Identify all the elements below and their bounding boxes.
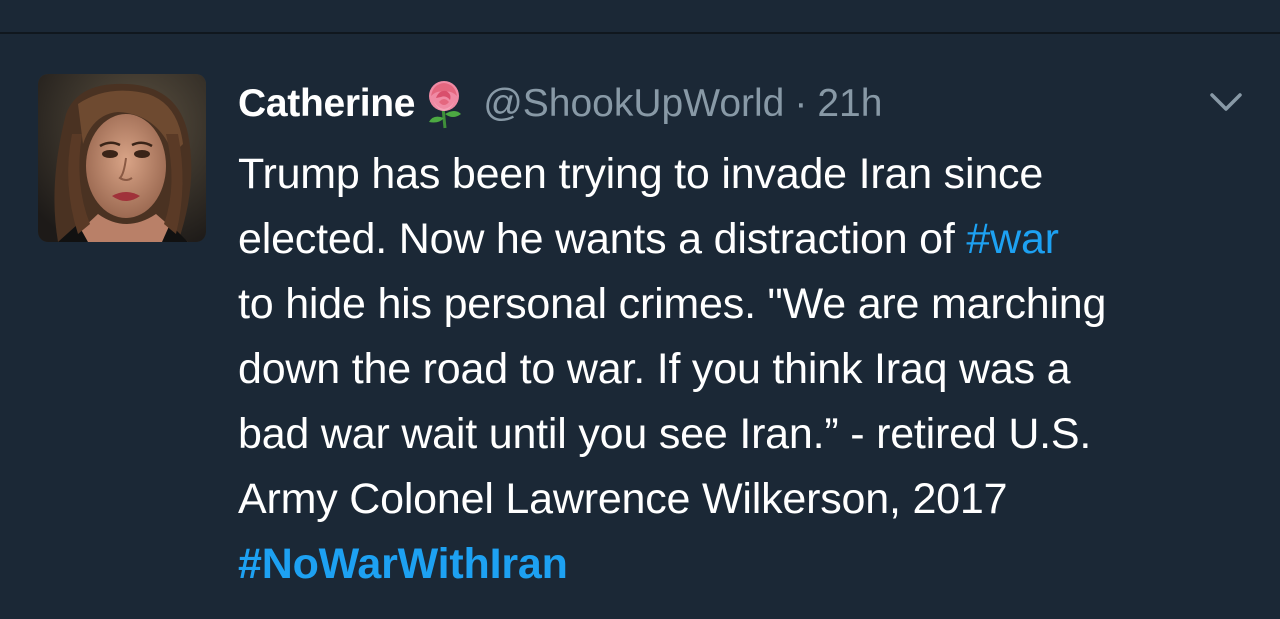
chevron-down-icon[interactable]: [1206, 86, 1246, 118]
tweet-line: to hide his personal crimes. "We are mar…: [238, 280, 1107, 328]
timestamp[interactable]: 21h: [817, 82, 882, 126]
tweet-line: elected. Now he wants a distraction of #…: [238, 207, 1248, 272]
tweet-header: Catherine @ShookUpWorld · 21h: [238, 78, 882, 130]
display-name[interactable]: Catherine: [238, 82, 415, 126]
separator-dot: ·: [794, 82, 808, 125]
tweet-line: Trump has been trying to invade Iran sin…: [238, 150, 1044, 198]
avatar[interactable]: [38, 74, 206, 242]
tweet-text: Trump has been trying to invade Iran sin…: [238, 142, 1248, 597]
tweet-line: bad war wait until you see Iran.” - reti…: [238, 410, 1092, 458]
tweet-line: down the road to war. If you think Iraq …: [238, 345, 1071, 393]
tweet[interactable]: Catherine @ShookUpWorld · 21h Trump has …: [0, 34, 1280, 619]
tweet-line-text: elected. Now he wants a distraction of: [238, 215, 967, 263]
avatar-photo: [38, 74, 206, 242]
tweet-line: Army Colonel Lawrence Wilkerson, 2017: [238, 475, 1008, 523]
rose-icon: [419, 78, 469, 130]
hashtag-war-link[interactable]: #war: [966, 215, 1059, 263]
user-handle[interactable]: @ShookUpWorld: [483, 82, 784, 126]
top-bar: [0, 0, 1280, 34]
hashtag-nowarwithiran-link[interactable]: #NoWarWithIran: [238, 532, 1248, 597]
